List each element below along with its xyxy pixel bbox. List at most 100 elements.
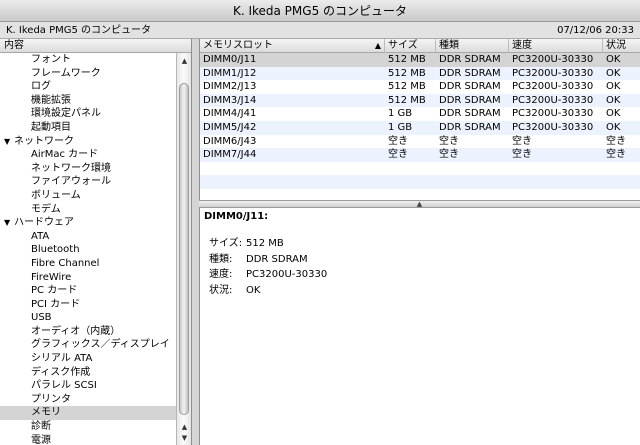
table-cell: OK: [606, 121, 621, 133]
column-header-label: 速度: [512, 40, 532, 51]
sidebar-item[interactable]: シリアル ATA: [0, 352, 176, 366]
column-header[interactable]: 種類: [436, 39, 509, 53]
table-cell: 1 GB: [388, 121, 413, 133]
sidebar-item-label: ネットワーク環境: [31, 162, 111, 174]
window-titlebar: K. Ikeda PMG5 のコンピュータ: [0, 0, 640, 22]
sidebar-item[interactable]: 機能拡張: [0, 94, 176, 108]
sidebar-item-label: ファイアウォール: [31, 176, 111, 188]
sidebar-item-label: FireWire: [31, 271, 72, 283]
sidebar-item[interactable]: Fibre Channel: [0, 257, 176, 271]
table-cell: 空き: [439, 135, 459, 147]
column-header[interactable]: 状況: [603, 39, 640, 53]
table-cell: 1 GB: [388, 108, 413, 120]
column-header[interactable]: サイズ: [385, 39, 436, 53]
table-cell: DDR SDRAM: [439, 108, 501, 120]
detail-field-key: 種類:: [209, 253, 233, 265]
sidebar-group[interactable]: ▼ ネットワーク: [0, 135, 176, 149]
sidebar-item[interactable]: FireWire: [0, 271, 176, 285]
sidebar-item-label: ログ: [31, 81, 51, 93]
sidebar-item[interactable]: ファイアウォール: [0, 175, 176, 189]
detail-field-key: 速度:: [209, 269, 233, 280]
sidebar-item[interactable]: プリンタ: [0, 393, 176, 407]
sidebar-item[interactable]: 電源: [0, 434, 176, 445]
sidebar-item-label: 機能拡張: [31, 94, 71, 106]
sidebar-item[interactable]: フレームワーク: [0, 67, 176, 81]
table-row[interactable]: DIMM7/J44 空き 空き 空き 空き: [200, 148, 640, 162]
table-row[interactable]: DIMM6/J43 空き 空き 空き 空き: [200, 135, 640, 149]
table-cell: DIMM2/J13: [203, 81, 257, 93]
sidebar-item-label: ディスク作成: [31, 366, 91, 378]
sidebar-item[interactable]: ボリューム: [0, 189, 176, 203]
table-cell: 512 MB: [388, 54, 426, 65]
memory-slot-table: メモリスロット ▲ サイズ 種類 速度 状況 DIMM0/J11 512 MB DDR SDR…: [199, 39, 640, 200]
sidebar-item[interactable]: 起動項目: [0, 121, 176, 135]
table-row[interactable]: DIMM2/J13 512 MB DDR SDRAM PC3200U-30330 OK: [200, 80, 640, 94]
table-row[interactable]: DIMM1/J12 512 MB DDR SDRAM PC3200U-30330 OK: [200, 66, 640, 81]
table-body: DIMM0/J11 512 MB DDR SDRAM PC3200U-30330 OK D…: [200, 53, 640, 203]
disclosure-triangle-icon[interactable]: ▼: [4, 216, 14, 230]
table-cell: DDR SDRAM: [439, 54, 501, 65]
table-cell: DDR SDRAM: [439, 121, 501, 133]
sidebar-header-label: 内容: [4, 40, 24, 51]
computer-info-bar: K. Ikeda PMG5 のコンピュータ 07/12/06 20:33: [0, 22, 640, 39]
table-row[interactable]: DIMM5/J42 1 GB DDR SDRAM PC3200U-30330 OK: [200, 120, 640, 135]
sidebar-item-label: プリンタ: [31, 393, 71, 405]
table-cell: 空き: [512, 149, 532, 161]
column-header[interactable]: 速度: [509, 39, 603, 53]
sidebar-item-label: PCI カード: [31, 298, 81, 310]
scroll-down-arrow-icon[interactable]: ▼: [177, 432, 192, 444]
sidebar-item[interactable]: PCI カード: [0, 298, 176, 312]
sidebar-item[interactable]: Bluetooth: [0, 243, 176, 257]
sidebar-item[interactable]: ATA: [0, 230, 176, 244]
sidebar-item[interactable]: パラレル SCSI: [0, 379, 176, 393]
computer-name: K. Ikeda PMG5 のコンピュータ: [6, 25, 152, 36]
column-header[interactable]: メモリスロット ▲: [200, 39, 385, 53]
table-cell: PC3200U-30330: [512, 54, 594, 65]
table-row[interactable]: DIMM0/J11 512 MB DDR SDRAM PC3200U-30330 OK: [200, 53, 640, 67]
detail-field: 種類: DDR SDRAM: [209, 250, 308, 265]
detail-field: サイズ: 512 MB: [209, 234, 284, 249]
sidebar-item-label: PC カード: [31, 285, 78, 297]
sidebar-item-label: AirMac カード: [31, 149, 99, 161]
sidebar-item[interactable]: メモリ: [0, 406, 176, 421]
table-cell: OK: [606, 67, 621, 79]
sidebar-group[interactable]: ▼ ハードウェア: [0, 216, 176, 230]
sidebar-item[interactable]: 環境設定パネル: [0, 107, 176, 121]
sidebar-item[interactable]: AirMac カード: [0, 148, 176, 162]
sidebar-item[interactable]: モデム: [0, 203, 176, 217]
sidebar-item[interactable]: 診断: [0, 420, 176, 434]
disclosure-triangle-icon[interactable]: ▼: [4, 135, 14, 149]
sidebar-item[interactable]: オーディオ（内蔵）: [0, 325, 176, 339]
table-cell: PC3200U-30330: [512, 108, 594, 120]
pane-splitter[interactable]: ▲: [199, 200, 640, 208]
sidebar-scroll-thumb[interactable]: [179, 83, 189, 415]
sidebar-item-label: ボリューム: [31, 189, 81, 201]
table-row[interactable]: DIMM4/J41 1 GB DDR SDRAM PC3200U-30330 OK: [200, 107, 640, 121]
column-header-label: メモリスロット: [203, 40, 273, 51]
sidebar-item-label: 電源: [31, 434, 51, 445]
detail-field-key: サイズ:: [209, 238, 243, 249]
detail-field-value: OK: [246, 284, 261, 296]
sidebar-item[interactable]: ネットワーク環境: [0, 162, 176, 176]
sidebar-item[interactable]: ディスク作成: [0, 366, 176, 380]
sidebar-item[interactable]: USB: [0, 311, 176, 325]
sidebar-item[interactable]: フォント: [0, 53, 176, 67]
table-row[interactable]: DIMM3/J14 512 MB DDR SDRAM PC3200U-30330 OK: [200, 93, 640, 108]
column-header-label: 種類: [439, 40, 459, 51]
table-cell: DIMM6/J43: [203, 135, 257, 147]
sort-ascending-icon: ▲: [374, 41, 381, 50]
table-cell: 空き: [439, 149, 459, 161]
table-cell: DDR SDRAM: [439, 81, 501, 93]
sidebar-header[interactable]: 内容: [0, 39, 191, 53]
sidebar-scrollbar[interactable]: ▲ ▲ ▼: [176, 53, 191, 445]
sidebar-item[interactable]: PC カード: [0, 284, 176, 298]
table-cell: DDR SDRAM: [439, 67, 501, 79]
sidebar-item-label: ATA: [31, 230, 50, 242]
scroll-up-arrow-icon[interactable]: ▲: [177, 55, 192, 67]
sidebar-item[interactable]: ログ: [0, 80, 176, 94]
sidebar-item[interactable]: グラフィックス／ディスプレイ: [0, 338, 176, 352]
sidebar-item-label: フレームワーク: [31, 67, 101, 79]
table-cell: 512 MB: [388, 67, 426, 79]
detail-field: 速度: PC3200U-30330: [209, 265, 327, 280]
table-cell: DIMM5/J42: [203, 121, 257, 133]
